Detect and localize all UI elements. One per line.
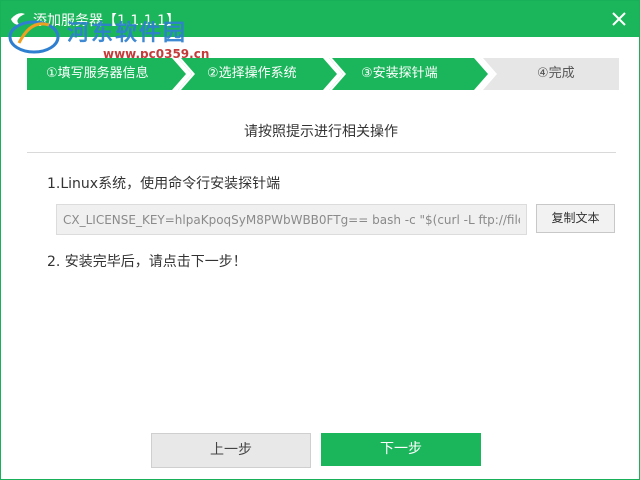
add-server-dialog: 添加服务器【1.1.1.1】 河东软件园 www.pc0359.cn ①填写服务…	[0, 0, 640, 480]
step-select-os: ②选择操作系统	[178, 58, 337, 90]
close-icon[interactable]	[607, 7, 631, 31]
post-install-step: 2. 安装完毕后，请点击下一步！	[47, 254, 247, 270]
watermark-logo	[8, 20, 60, 54]
step-label: ④完成	[537, 66, 575, 81]
install-command-field[interactable]	[57, 205, 526, 234]
step-complete: ④完成	[480, 58, 619, 90]
linux-install-step: 1.Linux系统，使用命令行安装探针端	[47, 176, 281, 192]
next-step-button[interactable]: 下一步	[321, 433, 481, 466]
previous-step-button[interactable]: 上一步	[151, 433, 311, 468]
step-label: ③安装探针端	[361, 66, 438, 81]
step-label: ②选择操作系统	[207, 66, 297, 81]
step-fill-server-info: ①填写服务器信息	[27, 58, 186, 90]
step-label: ①填写服务器信息	[46, 66, 149, 81]
install-command-box[interactable]	[56, 204, 527, 235]
divider	[27, 152, 616, 153]
copy-text-button[interactable]: 复制文本	[536, 204, 615, 233]
instruction-text: 请按照提示进行相关操作	[244, 124, 398, 140]
watermark-text: 河东软件园	[67, 20, 188, 46]
wizard-steps: ①填写服务器信息 ②选择操作系统 ③安装探针端 ④完成	[27, 58, 619, 90]
step-install-probe: ③安装探针端	[329, 58, 488, 90]
